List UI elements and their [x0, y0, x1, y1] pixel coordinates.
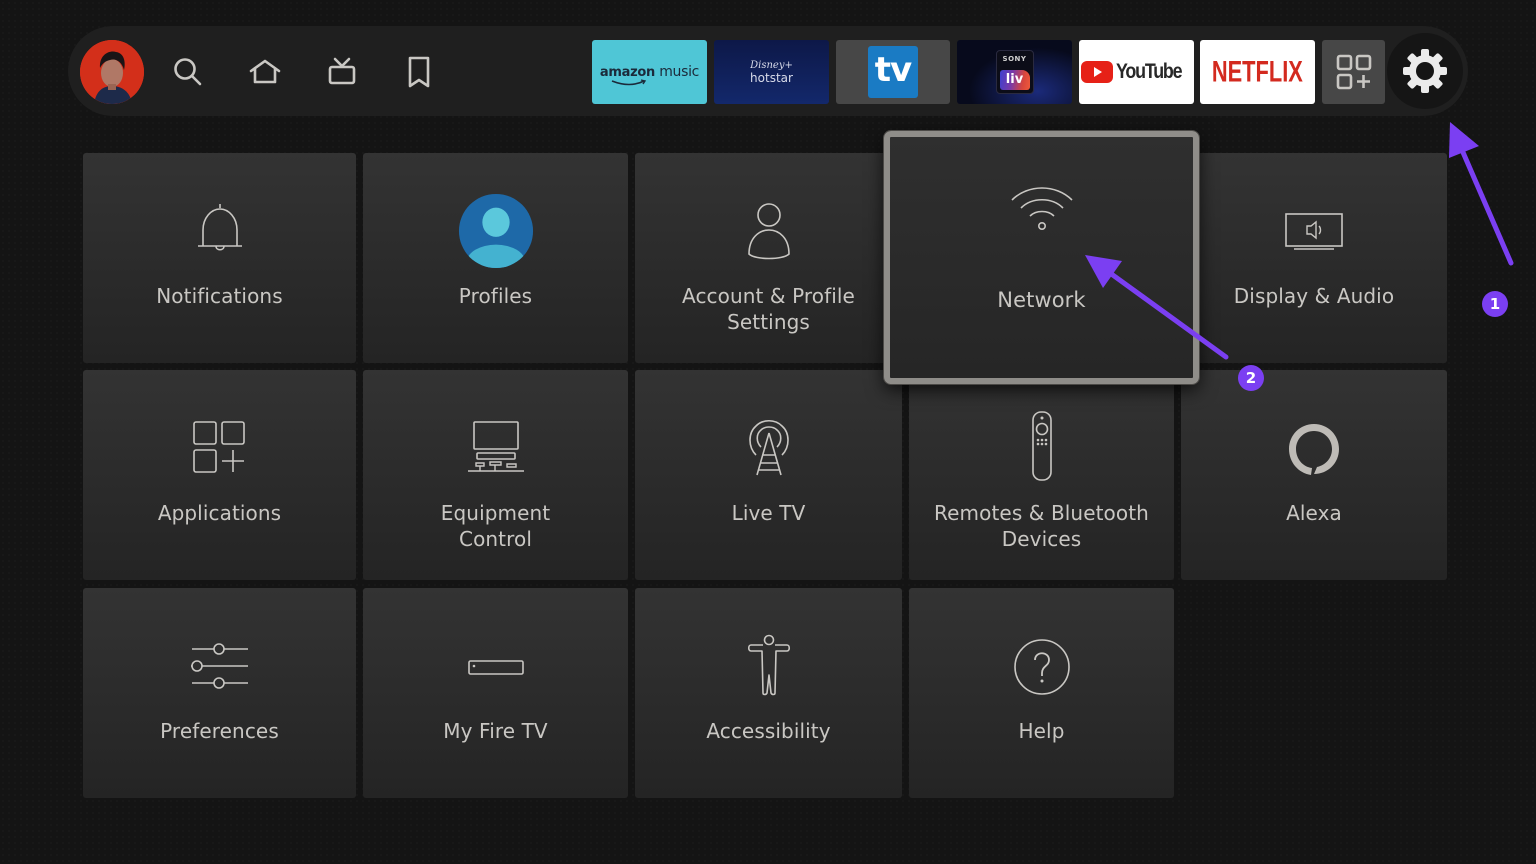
tile-label: Alexa — [1286, 501, 1342, 525]
tile-label-line-1: Remotes & Bluetooth — [934, 501, 1149, 525]
music-logo-text: music — [659, 64, 700, 80]
tile-label: Account & Profile Settings — [635, 283, 902, 335]
app-amazon-music[interactable]: amazon music — [592, 40, 707, 104]
step-badge-1: 1 — [1482, 291, 1508, 317]
tile-label: Remotes & Bluetooth Devices — [909, 500, 1174, 552]
youtube-logo: YouTube — [1080, 60, 1193, 84]
settings-tile-my-fire-tv[interactable]: My Fire TV — [363, 588, 628, 798]
profile-avatar[interactable] — [80, 40, 144, 104]
person-icon — [747, 203, 790, 260]
search-icon — [174, 58, 202, 86]
help-circle-icon — [1013, 639, 1070, 695]
fire-tv-settings-screen: amazon music Disney+ hotstar tv SONY liv… — [0, 0, 1536, 864]
equipment-icon — [467, 421, 524, 472]
liv-text: liv — [999, 70, 1030, 90]
tile-label: My Fire TV — [443, 719, 548, 743]
apps-grid-plus-icon — [1336, 54, 1371, 90]
fire-tv-device-icon — [467, 660, 524, 675]
accessibility-icon — [747, 634, 790, 696]
settings-tile-network[interactable]: Network — [884, 131, 1199, 384]
tile-label: Help — [1018, 719, 1065, 743]
tile-label-line-1: Equipment — [440, 501, 551, 525]
settings-tile-alexa[interactable]: Alexa — [1181, 370, 1447, 580]
app-disney-hotstar[interactable]: Disney+ hotstar — [714, 40, 829, 104]
profile-avatar-icon — [458, 193, 533, 269]
annotation-arrow-1 — [1449, 122, 1514, 266]
tile-label: Profiles — [458, 284, 533, 308]
youtube-play-icon — [1080, 61, 1113, 83]
apps-grid-icon — [192, 421, 245, 473]
settings-tile-preferences[interactable]: Preferences — [83, 588, 356, 798]
youtube-text: YouTube — [1115, 60, 1183, 83]
tile-label: Preferences — [160, 719, 279, 743]
settings-tile-profiles[interactable]: Profiles — [363, 153, 628, 363]
app-youtube[interactable]: YouTube — [1079, 40, 1194, 104]
alexa-ring-icon — [1289, 424, 1339, 475]
tv-app-logo: tv — [868, 46, 918, 98]
tv-speaker-icon — [1285, 213, 1343, 250]
app-netflix[interactable]: NETFLIX — [1200, 40, 1315, 104]
settings-gear-button[interactable] — [1387, 33, 1463, 109]
netflix-logo: NETFLIX — [1212, 55, 1304, 88]
settings-tile-notifications[interactable]: Notifications — [83, 153, 356, 363]
gear-icon — [1403, 49, 1447, 93]
home-button[interactable] — [245, 52, 285, 92]
tile-label-line-2: Control — [459, 527, 532, 551]
tile-label: Notifications — [156, 284, 283, 308]
bell-icon — [197, 204, 242, 251]
tile-label-line-2: Devices — [1001, 527, 1082, 551]
app-tv[interactable]: tv — [836, 40, 950, 104]
settings-tile-equipment-control[interactable]: Equipment Control — [363, 370, 628, 580]
home-icon — [249, 59, 281, 84]
amazon-logo-text: amazon — [599, 65, 655, 80]
tile-label-line-1: Account & Profile — [682, 284, 855, 308]
search-button[interactable] — [168, 52, 208, 92]
sony-text: SONY — [1002, 55, 1027, 63]
tile-label: Live TV — [731, 501, 806, 525]
settings-tile-accessibility[interactable]: Accessibility — [635, 588, 902, 798]
remote-icon — [1031, 411, 1052, 481]
tile-label: Applications — [157, 501, 282, 525]
amazon-music-logo: amazon music — [599, 64, 700, 86]
settings-tile-account-profile-settings[interactable]: Account & Profile Settings — [635, 153, 902, 363]
sony-liv-logo: SONY liv — [995, 50, 1034, 94]
tile-label: Accessibility — [706, 719, 831, 743]
tile-label: Network — [997, 288, 1086, 312]
tile-label: Equipment Control — [363, 500, 628, 552]
disney-plus-text: Disney+ — [750, 59, 793, 71]
live-tv-button[interactable] — [322, 52, 362, 92]
amazon-smile-icon — [611, 79, 647, 86]
wifi-icon — [1010, 187, 1073, 230]
settings-tile-help[interactable]: Help — [909, 588, 1174, 798]
antenna-icon — [748, 419, 789, 476]
sliders-icon — [190, 643, 248, 689]
settings-tile-applications[interactable]: Applications — [83, 370, 356, 580]
settings-tile-live-tv[interactable]: Live TV — [635, 370, 902, 580]
watchlist-button[interactable] — [399, 52, 439, 92]
settings-tile-display-audio[interactable]: Display & Audio — [1181, 153, 1447, 363]
tile-label-line-2: Settings — [727, 310, 810, 334]
app-sony-liv[interactable]: SONY liv — [957, 40, 1072, 104]
settings-tile-remotes-bluetooth[interactable]: Remotes & Bluetooth Devices — [909, 370, 1174, 580]
hotstar-logo: Disney+ hotstar — [750, 59, 793, 85]
hotstar-text: hotstar — [750, 70, 793, 85]
step-badge-2: 2 — [1238, 365, 1264, 391]
avatar-photo-icon — [80, 40, 144, 104]
bookmark-icon — [408, 56, 430, 88]
tile-label: Display & Audio — [1233, 284, 1395, 308]
all-apps-button[interactable] — [1322, 40, 1385, 104]
tv-antenna-icon — [328, 57, 356, 85]
